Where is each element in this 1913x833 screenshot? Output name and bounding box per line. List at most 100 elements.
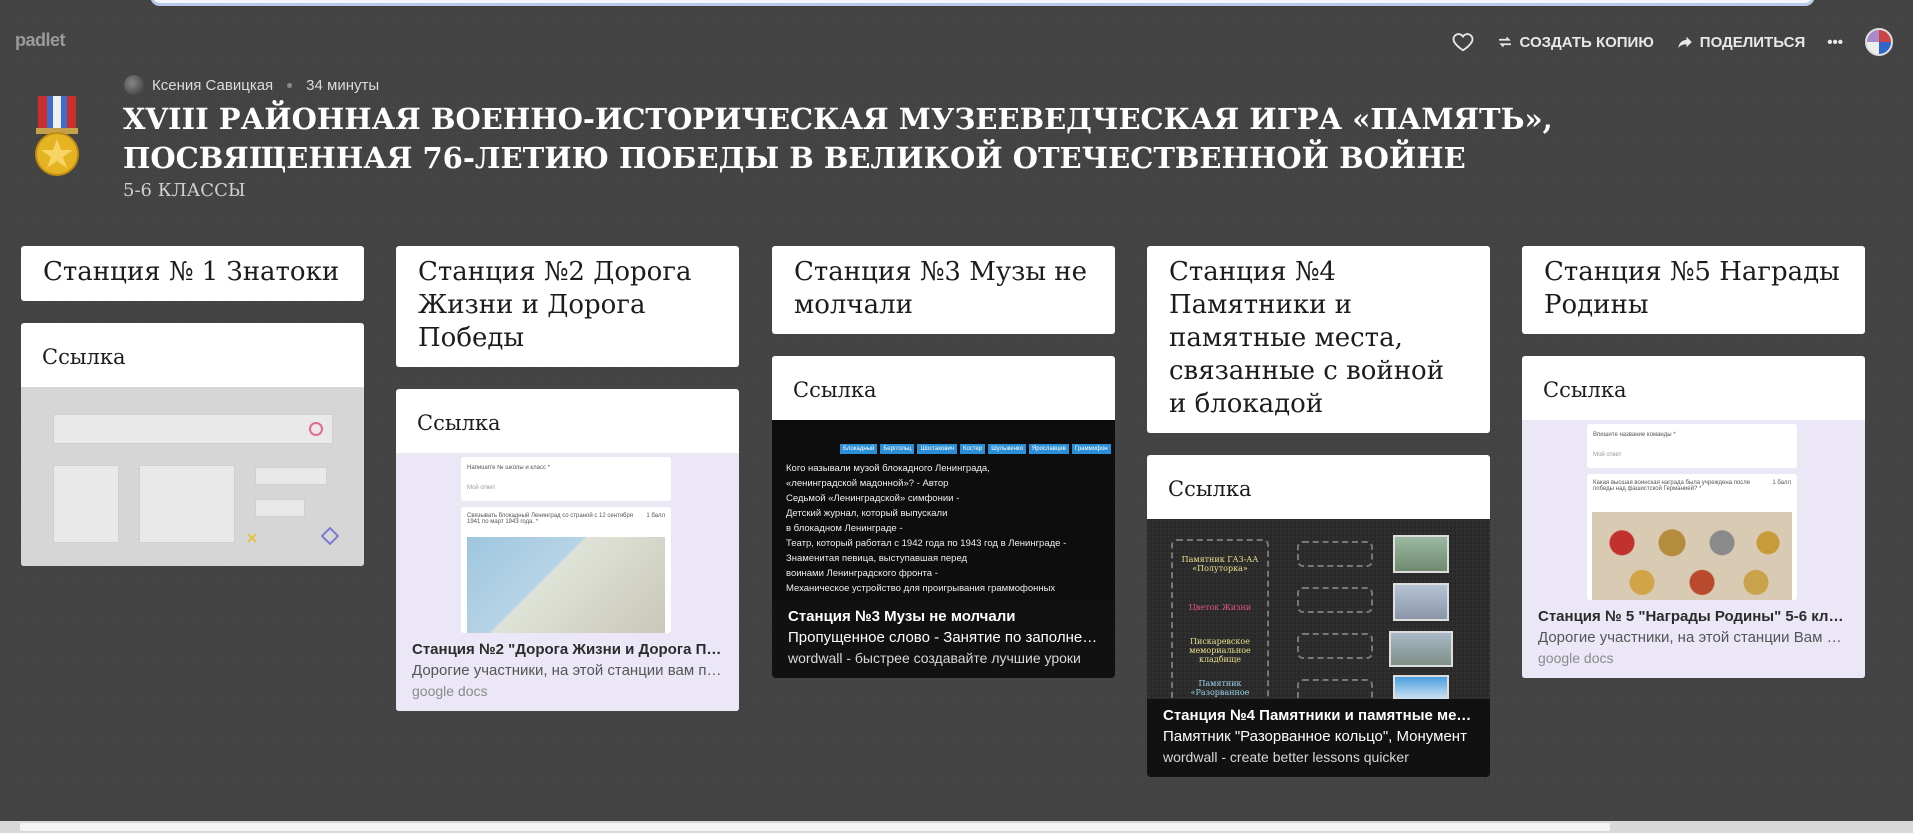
post-title: Ссылка — [1543, 378, 1627, 402]
column-station-2: Станция №2 Дорога Жизни и Дорога Победы … — [396, 246, 739, 711]
column-station-4: Станция №4 Памятники и памятные места, с… — [1147, 246, 1490, 777]
quiz-line: Детский журнал, который выпускали — [786, 508, 948, 519]
user-avatar[interactable] — [1865, 28, 1893, 56]
author-avatar — [124, 75, 144, 95]
horizontal-scrollbar[interactable] — [0, 821, 1913, 833]
link-title: Станция № 5 "Награды Родины" 5-6 классы — [1538, 608, 1849, 625]
match-tag: Памятник «Разорванное кольцо» — [1190, 679, 1250, 699]
match-tag: Пискаревское мемориальное кладбище — [1189, 637, 1251, 664]
monument-photo — [1393, 675, 1449, 699]
share-button[interactable]: ПОДЕЛИТЬСЯ — [1676, 33, 1805, 51]
link-placeholder-thumbnail — [21, 387, 364, 566]
post-time: 34 минуты — [306, 76, 380, 94]
post-title: Ссылка — [42, 345, 126, 369]
header-actions: СОЗДАТЬ КОПИЮ ПОДЕЛИТЬСЯ ••• — [1452, 28, 1893, 56]
drop-slot — [1297, 587, 1373, 613]
word-tab: Граммофон — [1071, 444, 1111, 454]
post-card[interactable]: Ссылка Впишите название команды * Мой от… — [1522, 356, 1865, 678]
form-question: Какая высшая воинская награда была учреж… — [1593, 480, 1751, 492]
form-points: 1 балл — [1772, 480, 1791, 486]
medal-icon — [35, 96, 79, 176]
link-source: wordwall - быстрее создавайте лучшие уро… — [788, 650, 1081, 666]
like-button[interactable] — [1452, 31, 1474, 53]
quiz-line: Знаменитая певица, выступавшая перед — [786, 553, 968, 564]
link-title: Станция №4 Памятники и памятные места — [1163, 707, 1474, 724]
remake-icon — [1498, 36, 1511, 48]
post-card[interactable]: Ссылка Блокадный Берггольц Шостакович Ко… — [772, 356, 1115, 678]
word-tab: Берггольц — [880, 444, 915, 454]
wordwall-thumbnail: Блокадный Берггольц Шостакович Костер Шу… — [772, 420, 1115, 600]
link-source: google docs — [1538, 650, 1614, 666]
column-station-5: Станция №5 Награды Родины Ссылка Впишите… — [1522, 246, 1865, 678]
post-card[interactable]: Ссылка — [21, 323, 364, 566]
google-form-thumbnail: Впишите название команды * Мой ответ Как… — [1522, 420, 1865, 600]
quiz-line: Кого называли музой блокадного Ленинград… — [786, 463, 990, 474]
word-tabs: Блокадный Берггольц Шостакович Костер Шу… — [840, 444, 1111, 454]
column-title: Станция №2 Дорога Жизни и Дорога Победы — [396, 246, 739, 367]
link-preview[interactable]: Станция №4 Памятники и памятные места Па… — [1147, 699, 1490, 777]
column-station-1: Станция № 1 Знатоки Ссылка — [21, 246, 364, 566]
padlet-logo[interactable]: padlet — [15, 30, 66, 51]
separator-dot — [287, 82, 293, 88]
diamond-shape-icon — [321, 527, 339, 545]
post-card[interactable]: Ссылка Памятник ГАЗ-АА «Полуторка» Цвето… — [1147, 455, 1490, 777]
wordwall-match-thumbnail: Памятник ГАЗ-АА «Полуторка» Цветок Жизни… — [1147, 519, 1490, 699]
monument-photo — [1393, 583, 1449, 621]
quiz-line: Театр, который работал с 1942 года по 19… — [786, 538, 1067, 549]
browser-address-bar-edge — [150, 0, 1815, 6]
form-question: Впишите название команды * — [1593, 432, 1676, 438]
drop-slot — [1297, 679, 1373, 699]
copy-label: СОЗДАТЬ КОПИЮ — [1519, 33, 1654, 51]
link-description: Дорогие участники, на этой станции Вам п… — [1538, 629, 1849, 646]
link-preview[interactable]: Станция №2 "Дорога Жизни и Дорога Победы… — [396, 633, 739, 711]
word-tab: Костер — [960, 444, 986, 454]
circle-shape-icon — [309, 422, 323, 436]
column-title: Станция №5 Награды Родины — [1522, 246, 1865, 334]
link-title: Станция №3 Музы не молчали — [788, 608, 1016, 625]
link-title: Станция №2 "Дорога Жизни и Дорога Победы… — [412, 641, 723, 658]
quiz-line: в блокадном Ленинграде - — [786, 523, 903, 534]
column-title: Станция №4 Памятники и памятные места, с… — [1147, 246, 1490, 433]
post-card[interactable]: Ссылка Напишите № школы и класс * Мой от… — [396, 389, 739, 711]
word-tab: Шостакович — [917, 444, 958, 454]
scrollbar-thumb[interactable] — [20, 823, 1610, 831]
board-title: XVIII РАЙОННАЯ ВОЕННО-ИСТОРИЧЕСКАЯ МУЗЕЕ… — [123, 102, 1553, 175]
quiz-line: Механическое устройство для проигрывания… — [786, 583, 1056, 594]
form-question: Связывать блокадный Ленинград со страной… — [467, 513, 633, 525]
share-arrow-icon — [1678, 36, 1692, 48]
column-title: Станция №3 Музы не молчали — [772, 246, 1115, 334]
share-label: ПОДЕЛИТЬСЯ — [1699, 33, 1806, 51]
copy-button[interactable]: СОЗДАТЬ КОПИЮ — [1496, 33, 1654, 51]
form-points: 1 балл — [646, 513, 665, 519]
link-source: google docs — [412, 683, 488, 699]
board-subtitle: 5-6 КЛАССЫ — [123, 180, 246, 201]
link-description: Дорогие участники, на этой станции вам п… — [412, 662, 723, 679]
column-station-3: Станция №3 Музы не молчали Ссылка Блокад… — [772, 246, 1115, 678]
quiz-line: Седьмой «Ленинградской» симфонии - — [786, 493, 960, 504]
word-tab: Ярославцев — [1028, 444, 1069, 454]
drop-slot — [1297, 633, 1373, 659]
heart-icon — [1452, 33, 1473, 52]
match-tag: Цветок Жизни — [1188, 603, 1252, 612]
link-preview[interactable]: Станция №3 Музы не молчали Пропущенное с… — [772, 600, 1115, 678]
link-preview[interactable]: Станция № 5 "Награды Родины" 5-6 классы … — [1522, 600, 1865, 678]
map-image — [467, 537, 665, 633]
word-tab: Блокадный — [840, 444, 878, 454]
post-title: Ссылка — [417, 411, 501, 435]
cross-shape-icon — [247, 533, 257, 543]
link-description: Пропущенное слово - Занятие по заполнени… — [788, 629, 1099, 646]
form-hint: Мой ответ — [1593, 452, 1622, 458]
post-title: Ссылка — [793, 378, 877, 402]
quiz-line: воинами Ленинградского фронта - — [786, 568, 938, 579]
match-tag: Памятник ГАЗ-АА «Полуторка» — [1181, 555, 1259, 573]
quiz-line: «ленинградской мадонной»? - Автор — [786, 478, 949, 489]
author-row: Ксения Савицкая 34 минуты — [124, 75, 379, 95]
more-button[interactable]: ••• — [1827, 34, 1843, 51]
google-form-thumbnail: Напишите № школы и класс * Мой ответ Свя… — [396, 453, 739, 633]
monument-photo — [1393, 535, 1449, 573]
column-title: Станция № 1 Знатоки — [21, 246, 364, 301]
link-source: wordwall - create better lessons quicker — [1163, 749, 1409, 765]
post-title: Ссылка — [1168, 477, 1252, 501]
author-name[interactable]: Ксения Савицкая — [152, 77, 273, 94]
link-description: Памятник "Разорванное кольцо", Монумент — [1163, 728, 1467, 745]
